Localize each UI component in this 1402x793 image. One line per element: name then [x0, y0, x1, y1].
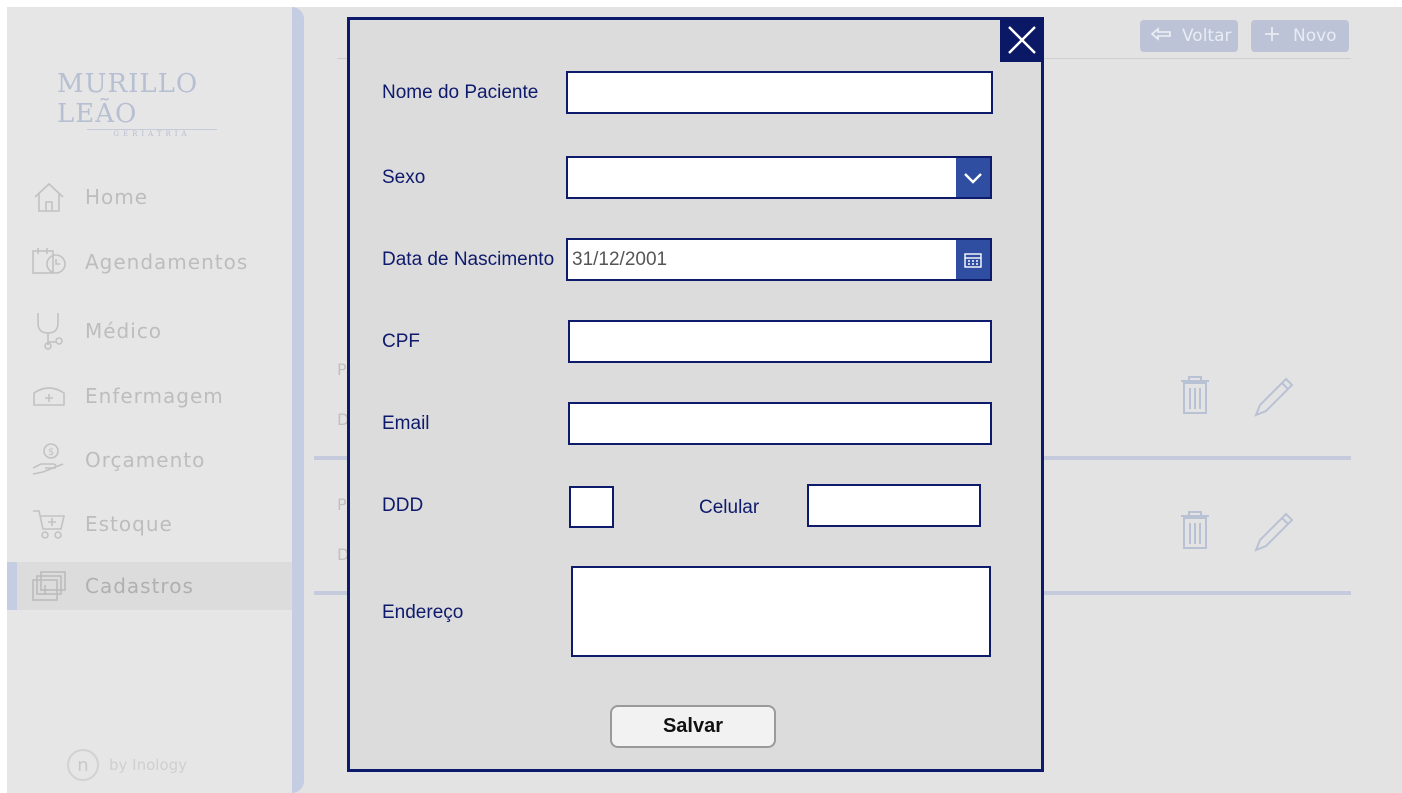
sexo-dropdown[interactable]: [566, 156, 992, 199]
nascimento-date-picker[interactable]: 31/12/2001: [566, 238, 992, 281]
celular-input[interactable]: [807, 484, 981, 527]
sidebar-item-estoque[interactable]: Estoque: [7, 500, 292, 548]
ddd-input[interactable]: [569, 486, 614, 528]
endereco-label: Endereço: [382, 602, 464, 623]
email-label: Email: [382, 413, 430, 434]
trash-icon[interactable]: [1179, 375, 1219, 417]
active-indicator: [7, 562, 17, 610]
close-icon: [1008, 26, 1036, 54]
cpf-input[interactable]: [568, 320, 992, 363]
footer-brand-text: by Inology: [109, 756, 188, 774]
celular-label: Celular: [699, 497, 760, 518]
sidebar-item-label: Cadastros: [85, 574, 194, 598]
sidebar-item-cadastros[interactable]: Cadastros: [7, 562, 292, 610]
sexo-label: Sexo: [382, 167, 426, 188]
sidebar-item-orcamento[interactable]: $ Orçamento: [7, 436, 292, 484]
patient-form-modal: [347, 17, 1044, 772]
nascimento-value: 31/12/2001: [572, 248, 668, 270]
sidebar-item-home[interactable]: Home: [7, 173, 292, 221]
plus-icon: [1261, 26, 1283, 47]
back-arrow-icon: [1150, 26, 1172, 46]
email-input[interactable]: [568, 402, 992, 445]
pencil-icon[interactable]: [1252, 377, 1294, 419]
ddd-label: DDD: [382, 495, 424, 516]
svg-text:$: $: [48, 447, 54, 458]
sidebar-item-label: Médico: [85, 319, 163, 343]
sidebar-item-medico[interactable]: Médico: [7, 307, 292, 355]
calendar-icon[interactable]: [956, 240, 990, 279]
row-2-text-p: P: [337, 495, 347, 514]
sidebar-item-agendamentos[interactable]: Agendamentos: [7, 238, 292, 286]
save-button[interactable]: Salvar: [610, 705, 776, 748]
sidebar-item-label: Agendamentos: [85, 250, 249, 274]
sidebar: MURILLO LEÃO GERIATRIA Home Agendamentos: [7, 7, 299, 793]
logo-sub-text: GERIATRIA: [87, 129, 217, 138]
new-button[interactable]: Novo: [1251, 20, 1349, 52]
sidebar-item-enfermagem[interactable]: Enfermagem: [7, 372, 292, 420]
inology-logo-icon: n: [67, 749, 99, 781]
back-button-label: Voltar: [1182, 26, 1232, 46]
stethoscope-icon: [31, 313, 67, 350]
nome-input[interactable]: [566, 71, 993, 114]
folders-icon: [31, 568, 67, 604]
endereco-textarea[interactable]: [571, 566, 991, 657]
home-icon: [31, 179, 67, 215]
close-button[interactable]: [1000, 18, 1044, 62]
footer-brand: n by Inology: [67, 749, 187, 781]
back-button[interactable]: Voltar: [1140, 20, 1238, 52]
chevron-down-icon[interactable]: [956, 158, 990, 197]
money-hand-icon: $: [31, 442, 67, 478]
trash-icon[interactable]: [1179, 510, 1219, 552]
logo-main-text: MURILLO LEÃO: [57, 69, 199, 129]
nurse-cap-icon: [31, 378, 67, 414]
logo: MURILLO LEÃO GERIATRIA: [57, 69, 247, 138]
cart-icon: [31, 506, 67, 542]
pencil-icon[interactable]: [1252, 512, 1294, 554]
sidebar-item-label: Home: [85, 185, 149, 209]
nascimento-label: Data de Nascimento: [382, 249, 555, 270]
sidebar-edge: [292, 7, 304, 793]
nome-label: Nome do Paciente: [382, 82, 539, 103]
row-1-text-p: P: [337, 360, 347, 379]
sidebar-item-label: Orçamento: [85, 448, 206, 472]
calendar-clock-icon: [31, 244, 67, 280]
new-button-label: Novo: [1293, 26, 1337, 46]
cpf-label: CPF: [382, 331, 420, 352]
sidebar-item-label: Estoque: [85, 512, 173, 536]
sidebar-item-label: Enfermagem: [85, 384, 224, 408]
